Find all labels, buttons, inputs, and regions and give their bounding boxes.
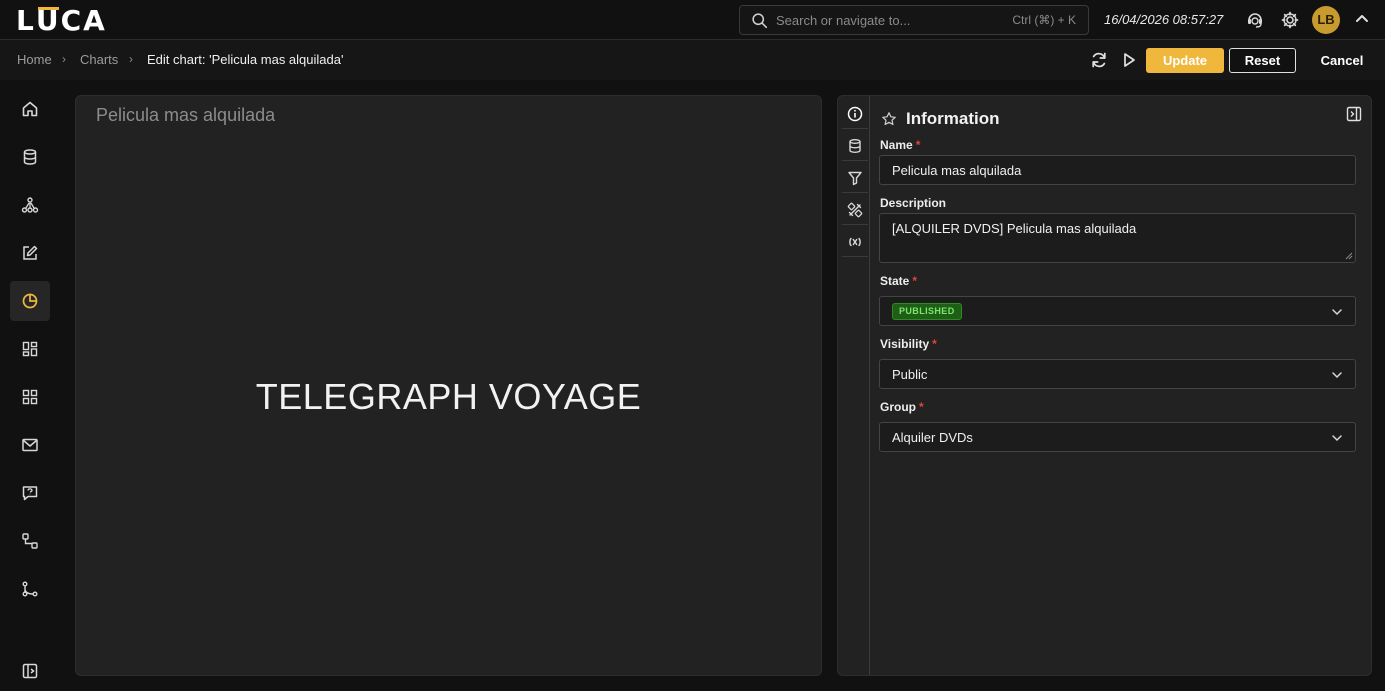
chart-big-value: TELEGRAPH VOYAGE xyxy=(255,376,642,417)
sidebar-item-home[interactable] xyxy=(10,89,50,129)
collapse-panel-icon[interactable] xyxy=(1346,106,1362,122)
description-field[interactable]: [ALQUILER DVDS] Pelicula mas alquilada xyxy=(879,213,1356,263)
description-label: Description xyxy=(880,196,947,210)
properties-tab-strip xyxy=(838,96,870,675)
workflow-icon xyxy=(22,533,38,549)
dashboard-icon xyxy=(22,341,38,357)
search-icon xyxy=(752,13,768,29)
name-field[interactable]: Pelicula mas alquilada xyxy=(879,155,1356,185)
sidebar-expand-icon xyxy=(22,663,38,679)
sidebar-item-chat[interactable] xyxy=(10,473,50,513)
variables-icon xyxy=(849,237,861,247)
settings-gear-icon[interactable] xyxy=(1280,10,1300,30)
group-select[interactable]: Alquiler DVDs xyxy=(879,422,1356,452)
user-avatar[interactable]: LB xyxy=(1312,6,1340,34)
sidebar-item-hierarchy[interactable] xyxy=(10,185,50,225)
update-button[interactable]: Update xyxy=(1146,48,1224,73)
hierarchy-icon xyxy=(21,197,39,213)
tab-variables[interactable] xyxy=(842,227,868,257)
search-placeholder: Search or navigate to... xyxy=(776,13,911,28)
chart-pie-icon xyxy=(22,293,38,309)
sidebar-item-grid[interactable] xyxy=(10,377,50,417)
search-shortcut-hint: Ctrl (⌘) + K xyxy=(1012,13,1076,27)
chevron-down-icon xyxy=(1332,435,1342,442)
group-label: Group * xyxy=(880,400,924,414)
current-datetime: 16/04/2026 08:57:27 xyxy=(1104,12,1224,27)
sidebar-item-mail[interactable] xyxy=(10,425,50,465)
top-bar: LUCA Search or navigate to... Ctrl (⌘) +… xyxy=(0,0,1385,40)
visibility-label: Visibility * xyxy=(880,337,937,351)
sidebar-item-workflow[interactable] xyxy=(10,521,50,561)
status-badge: PUBLISHED xyxy=(892,303,962,320)
database-icon xyxy=(23,149,37,165)
breadcrumb-charts[interactable]: Charts xyxy=(80,52,118,67)
state-label: State * xyxy=(880,274,918,288)
sidebar-item-charts[interactable] xyxy=(10,281,50,321)
chat-icon xyxy=(22,486,38,501)
state-select[interactable]: PUBLISHED xyxy=(879,296,1356,326)
breadcrumb-home[interactable]: Home xyxy=(17,52,52,67)
filter-icon xyxy=(848,171,862,186)
cancel-button[interactable]: Cancel xyxy=(1308,48,1376,73)
name-label: Name * xyxy=(880,138,921,152)
chevron-down-icon xyxy=(1332,309,1342,316)
chart-title: Pelicula mas alquilada xyxy=(96,105,276,125)
reset-button[interactable]: Reset xyxy=(1229,48,1296,73)
sidebar xyxy=(0,80,60,690)
visibility-value: Public xyxy=(892,367,928,382)
grid-icon xyxy=(22,389,38,405)
search-input[interactable]: Search or navigate to... Ctrl (⌘) + K xyxy=(739,5,1089,35)
sidebar-expand-toggle[interactable] xyxy=(10,651,50,691)
mail-icon xyxy=(22,438,38,452)
edit-icon xyxy=(23,245,38,260)
tab-information[interactable] xyxy=(842,99,868,129)
resize-handle-icon[interactable] xyxy=(1345,252,1353,260)
breadcrumb-current: Edit chart: 'Pelicula mas alquilada' xyxy=(147,52,344,67)
chevron-down-icon xyxy=(1332,372,1342,379)
support-agent-icon[interactable] xyxy=(1245,10,1265,30)
chart-preview-panel: Pelicula mas alquilada TELEGRAPH VOYAGE xyxy=(75,95,822,676)
app-logo[interactable]: LUCA xyxy=(16,4,107,37)
database-icon xyxy=(849,139,861,154)
tab-data-source[interactable] xyxy=(842,131,868,161)
breadcrumb-separator-icon: › xyxy=(62,52,66,66)
tab-design[interactable] xyxy=(842,195,868,225)
info-icon xyxy=(847,106,863,122)
sidebar-item-branches[interactable] xyxy=(10,569,50,609)
description-value: [ALQUILER DVDS] Pelicula mas alquilada xyxy=(892,221,1137,236)
sidebar-item-dashboards[interactable] xyxy=(10,329,50,369)
information-title: Information xyxy=(906,109,1000,128)
visibility-select[interactable]: Public xyxy=(879,359,1356,389)
branch-icon xyxy=(22,581,38,597)
chevron-up-icon[interactable] xyxy=(1353,10,1371,28)
design-tools-icon xyxy=(847,202,863,218)
name-value: Pelicula mas alquilada xyxy=(892,163,1022,178)
breadcrumb-separator-icon: › xyxy=(129,52,133,66)
sidebar-item-database[interactable] xyxy=(10,137,50,177)
star-icon[interactable] xyxy=(881,111,897,127)
home-icon xyxy=(22,101,38,117)
play-icon[interactable] xyxy=(1119,50,1139,70)
properties-panel: Information Name * Pelicula mas alquilada… xyxy=(837,95,1372,676)
refresh-icon[interactable] xyxy=(1089,50,1109,70)
sidebar-item-edit[interactable] xyxy=(10,233,50,273)
tab-filters[interactable] xyxy=(842,163,868,193)
group-value: Alquiler DVDs xyxy=(892,430,973,445)
